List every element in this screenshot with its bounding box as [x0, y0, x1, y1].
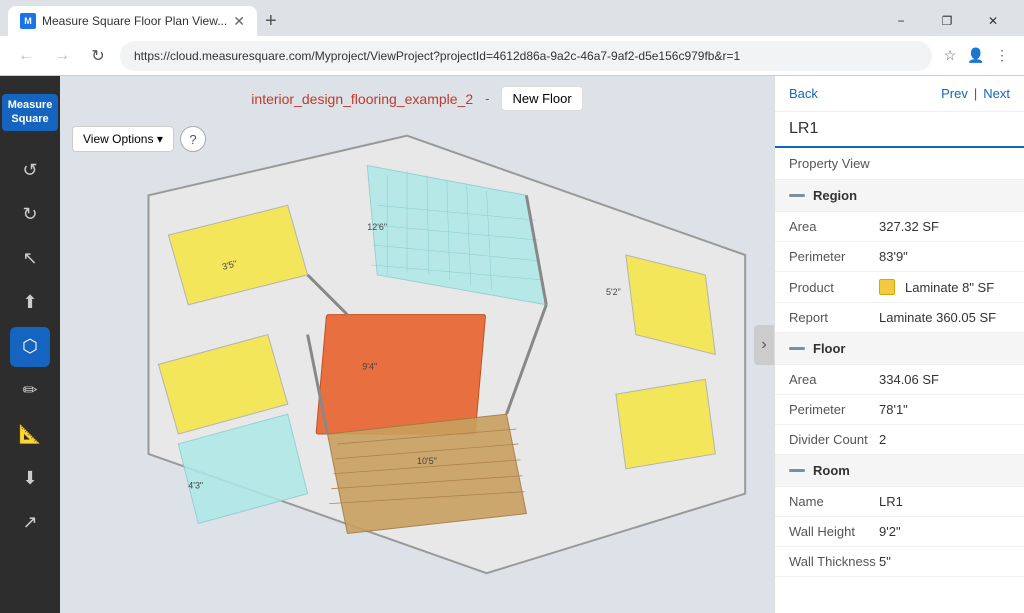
- region-area-label: Area: [789, 219, 879, 234]
- room-section-icon: [789, 469, 805, 472]
- svg-text:9'4": 9'4": [362, 361, 377, 371]
- wall-height-label: Wall Height: [789, 524, 879, 539]
- back-button[interactable]: Back: [789, 86, 818, 101]
- room-name-label: Name: [789, 494, 879, 509]
- window-controls: − ❐ ✕: [878, 6, 1016, 36]
- select-tool[interactable]: ⬆: [10, 283, 50, 323]
- floor-perimeter-value: 78'1": [879, 402, 1010, 417]
- rotate-tool[interactable]: ↺: [10, 151, 50, 191]
- right-panel: Back Prev | Next LR1 Property View Regio…: [774, 76, 1024, 613]
- nav-links: Prev | Next: [941, 86, 1010, 101]
- region-area-row: Area 327.32 SF: [775, 212, 1024, 242]
- region-perimeter-label: Perimeter: [789, 249, 879, 264]
- active-tab: M Measure Square Floor Plan View... ✕: [8, 6, 257, 36]
- divider-count-label: Divider Count: [789, 432, 879, 447]
- region-section-header: Region: [775, 180, 1024, 212]
- refresh-tool[interactable]: ↻: [10, 195, 50, 235]
- url-input[interactable]: [120, 41, 932, 71]
- area-tool[interactable]: ⬡: [10, 327, 50, 367]
- region-section-icon: [789, 194, 805, 197]
- back-button[interactable]: ←: [12, 42, 40, 70]
- wall-thickness-row: Wall Thickness 5": [775, 547, 1024, 577]
- download-tool[interactable]: ⬇: [10, 459, 50, 499]
- svg-text:5'2": 5'2": [606, 287, 621, 297]
- browser-chrome: M Measure Square Floor Plan View... ✕ + …: [0, 0, 1024, 76]
- panel-body: Region Area 327.32 SF Perimeter 83'9" Pr…: [775, 180, 1024, 613]
- product-swatch: [879, 279, 895, 295]
- next-link[interactable]: Next: [983, 86, 1010, 101]
- region-product-row: Product Laminate 8" SF: [775, 272, 1024, 303]
- bookmark-icon[interactable]: ☆: [940, 46, 960, 66]
- room-section-title: Room: [813, 463, 850, 478]
- address-bar-icons: ☆ 👤 ⋮: [940, 46, 1012, 66]
- profile-icon[interactable]: 👤: [966, 46, 986, 66]
- forward-button[interactable]: →: [48, 42, 76, 70]
- menu-icon[interactable]: ⋮: [992, 46, 1012, 66]
- divider-count-row: Divider Count 2: [775, 425, 1024, 455]
- close-button[interactable]: ✕: [970, 6, 1016, 36]
- region-section-title: Region: [813, 188, 857, 203]
- region-product-value: Laminate 8" SF: [879, 279, 1010, 295]
- floor-perimeter-label: Perimeter: [789, 402, 879, 417]
- floor-selector[interactable]: New Floor: [501, 86, 582, 111]
- floor-section-icon: [789, 347, 805, 350]
- new-tab-button[interactable]: +: [257, 10, 285, 33]
- export-tool[interactable]: ↗: [10, 503, 50, 543]
- floor-area-label: Area: [789, 372, 879, 387]
- region-perimeter-value: 83'9": [879, 249, 1010, 264]
- tab-favicon: M: [20, 13, 36, 29]
- floor-section-header: Floor: [775, 333, 1024, 365]
- viewport-topbar: interior_design_flooring_example_2 - New…: [60, 86, 774, 111]
- app-logo: Measure Square: [2, 94, 59, 131]
- panel-title: LR1: [775, 112, 1024, 148]
- floor-area-value: 334.06 SF: [879, 372, 1010, 387]
- wall-height-row: Wall Height 9'2": [775, 517, 1024, 547]
- property-view-label: Property View: [775, 148, 1024, 180]
- panel-toggle-button[interactable]: ›: [754, 325, 774, 365]
- room-section-header: Room: [775, 455, 1024, 487]
- floor-perimeter-row: Perimeter 78'1": [775, 395, 1024, 425]
- logo-area: Measure Square: [0, 86, 66, 139]
- project-separator: -: [485, 91, 489, 106]
- wall-thickness-value: 5": [879, 554, 1010, 569]
- room-name-row: Name LR1: [775, 487, 1024, 517]
- tab-bar: M Measure Square Floor Plan View... ✕ + …: [0, 0, 1024, 36]
- restore-button[interactable]: ❐: [924, 6, 970, 36]
- reload-button[interactable]: ↻: [84, 42, 112, 70]
- prev-link[interactable]: Prev: [941, 86, 968, 101]
- floor-section-title: Floor: [813, 341, 846, 356]
- app-content: Measure Square ↺ ↻ ↖ ⬆ ⬡ ✏ 📐 ⬇ ↗ interio…: [0, 76, 1024, 613]
- floor-plan-svg[interactable]: 3'5" 12'6" 9'4" 10'5" 5'2" 4'3": [60, 76, 774, 613]
- svg-text:10'5": 10'5": [417, 456, 437, 466]
- wall-thickness-label: Wall Thickness: [789, 554, 879, 569]
- svg-text:12'6": 12'6": [367, 222, 387, 232]
- region-product-label: Product: [789, 280, 879, 295]
- region-report-label: Report: [789, 310, 879, 325]
- svg-text:4'3": 4'3": [188, 481, 203, 491]
- nav-separator: |: [974, 86, 977, 101]
- tab-close-button[interactable]: ✕: [233, 13, 245, 30]
- tab-title: Measure Square Floor Plan View...: [42, 14, 227, 28]
- measure-tool[interactable]: 📐: [10, 415, 50, 455]
- left-sidebar: Measure Square ↺ ↻ ↖ ⬆ ⬡ ✏ 📐 ⬇ ↗: [0, 76, 60, 613]
- draw-tool[interactable]: ✏: [10, 371, 50, 411]
- project-name: interior_design_flooring_example_2: [251, 91, 473, 107]
- region-area-value: 327.32 SF: [879, 219, 1010, 234]
- region-perimeter-row: Perimeter 83'9": [775, 242, 1024, 272]
- minimize-button[interactable]: −: [878, 6, 924, 36]
- divider-count-value: 2: [879, 432, 1010, 447]
- cursor-tool[interactable]: ↖: [10, 239, 50, 279]
- wall-height-value: 9'2": [879, 524, 1010, 539]
- region-report-value: Laminate 360.05 SF: [879, 310, 1010, 325]
- main-viewport: interior_design_flooring_example_2 - New…: [60, 76, 774, 613]
- region-report-row: Report Laminate 360.05 SF: [775, 303, 1024, 333]
- panel-header: Back Prev | Next: [775, 76, 1024, 112]
- room-name-value: LR1: [879, 494, 1010, 509]
- floor-area-row: Area 334.06 SF: [775, 365, 1024, 395]
- address-bar: ← → ↻ ☆ 👤 ⋮: [0, 36, 1024, 76]
